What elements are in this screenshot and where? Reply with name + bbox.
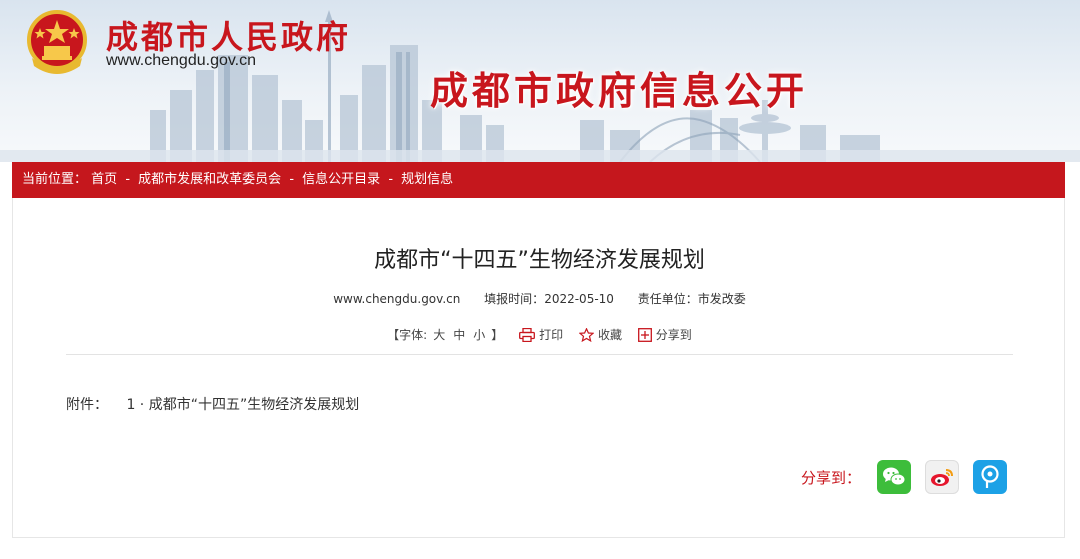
share-bar-label: 分享到： [801, 468, 862, 487]
article-toolbar: 【字体: 大 中 小 】 打印 收藏 分享到 [13, 326, 1066, 343]
breadcrumb-item-home[interactable]: 首页 [91, 172, 117, 187]
breadcrumb-separator: - [388, 172, 394, 187]
favorite-button[interactable]: 收藏 [578, 326, 622, 343]
attachment-label: 附件： [66, 397, 108, 413]
date-value: 2022-05-10 [544, 292, 614, 306]
share-bar: 分享到： [801, 460, 1008, 494]
print-label: 打印 [539, 328, 564, 342]
print-button[interactable]: 打印 [519, 326, 563, 343]
breadcrumb-prefix: 当前位置： [22, 172, 88, 187]
favorite-label: 收藏 [597, 328, 622, 342]
font-size-medium-button[interactable]: 中 [453, 326, 465, 343]
font-size-small-button[interactable]: 小 [473, 326, 485, 343]
attachment-link[interactable]: 1 · 成都市“十四五”生物经济发展规划 [126, 397, 359, 413]
font-size-open: 【字体: [387, 328, 428, 342]
site-header: 成都市人民政府 www.chengdu.gov.cn 成都市政府信息公开 [0, 0, 1080, 162]
date-label: 填报时间： [484, 292, 545, 306]
share-button[interactable]: 分享到 [637, 326, 692, 343]
breadcrumb-item-planning[interactable]: 规划信息 [401, 172, 453, 187]
unit-label: 责任单位： [637, 292, 698, 306]
article-title: 成都市“十四五”生物经济发展规划 [374, 248, 705, 273]
article-source: www.chengdu.gov.cn [333, 292, 461, 306]
breadcrumb-separator: - [125, 172, 131, 187]
print-icon [519, 327, 536, 342]
content-divider [66, 354, 1013, 355]
share-wechat-button[interactable] [877, 460, 912, 494]
breadcrumb-separator: - [289, 172, 295, 187]
article-meta: www.chengdu.gov.cn 填报时间：2022-05-10 责任单位：… [13, 290, 1066, 307]
share-qzone-button[interactable] [973, 460, 1008, 494]
unit-value: 市发改委 [697, 292, 746, 306]
article-date: 填报时间：2022-05-10 [484, 292, 614, 306]
article-unit: 责任单位：市发改委 [638, 292, 746, 306]
site-url: www.chengdu.gov.cn [106, 52, 257, 69]
wechat-icon [883, 467, 906, 486]
star-icon [578, 327, 594, 342]
portal-title: 成都市政府信息公开 [430, 68, 809, 113]
national-emblem-icon [27, 10, 87, 74]
font-size-close: 】 [491, 328, 504, 342]
breadcrumb-item-ndrc[interactable]: 成都市发展和改革委员会 [138, 172, 281, 187]
share-label: 分享到 [655, 328, 692, 342]
weibo-icon [931, 469, 954, 486]
attachment-row: 附件： 1 · 成都市“十四五”生物经济发展规划 [66, 394, 359, 414]
plus-box-icon [637, 327, 652, 342]
font-size-control: 【字体: 大 中 小 】 [387, 326, 503, 343]
article-panel: 成都市“十四五”生物经济发展规划 www.chengdu.gov.cn 填报时间… [12, 198, 1065, 538]
share-weibo-button[interactable] [925, 460, 960, 494]
breadcrumb: 当前位置： 首页 - 成都市发展和改革委员会 - 信息公开目录 - 规划信息 [12, 162, 1065, 198]
qzone-icon [981, 465, 999, 488]
breadcrumb-item-catalog[interactable]: 信息公开目录 [302, 172, 380, 187]
font-size-large-button[interactable]: 大 [433, 326, 445, 343]
